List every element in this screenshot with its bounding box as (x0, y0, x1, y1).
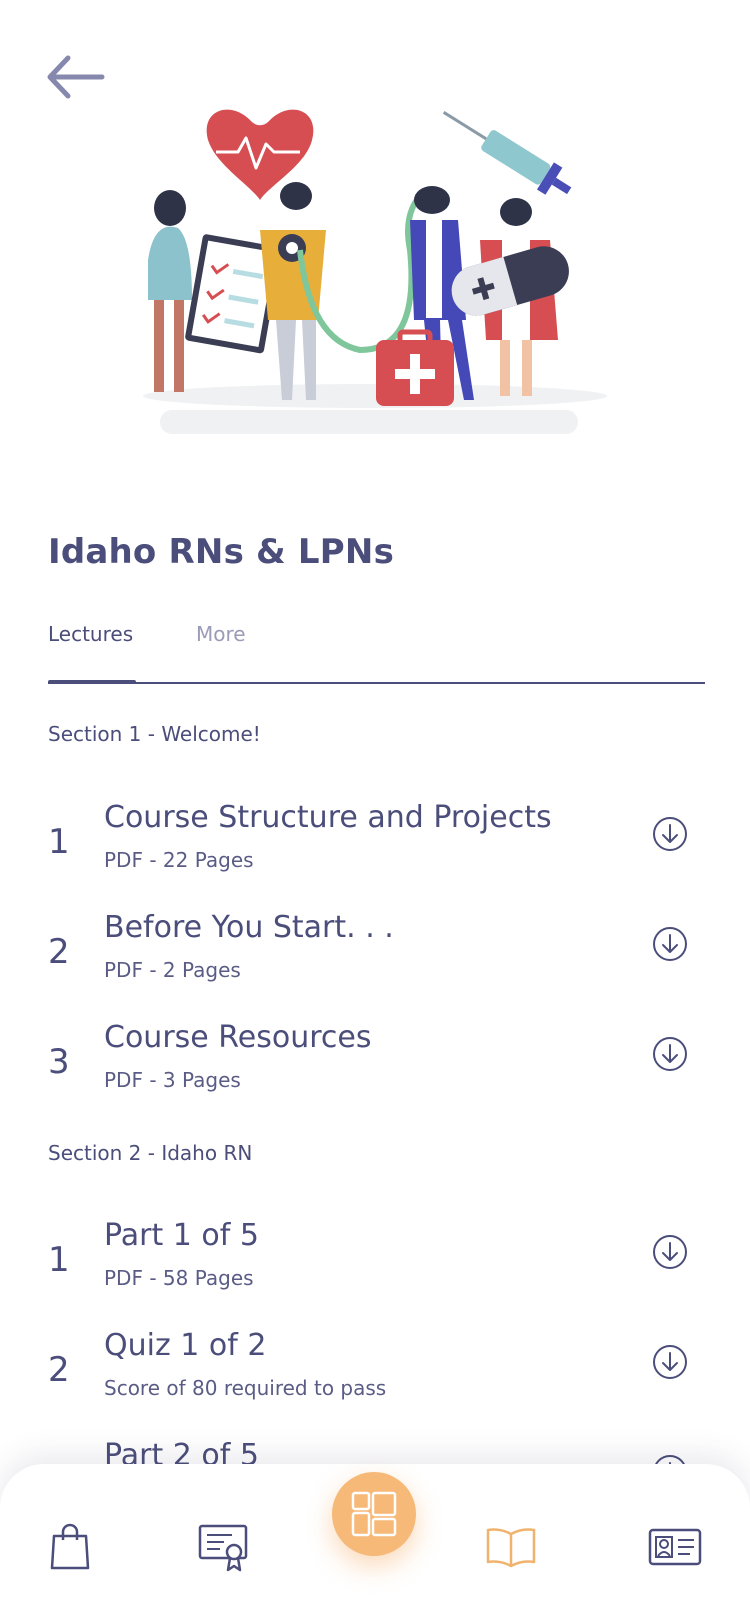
lecture-number: 3 (48, 1042, 70, 1082)
lecture-subtitle: PDF - 2 Pages (104, 958, 241, 982)
nav-dashboard-button[interactable] (332, 1472, 416, 1556)
nav-shop-button[interactable] (48, 1522, 92, 1576)
download-circle-icon[interactable] (652, 1234, 688, 1270)
lecture-title: Before You Start. . . (104, 910, 394, 945)
lecture-title: Course Resources (104, 1020, 372, 1055)
lecture-number: 2 (48, 1350, 70, 1390)
book-open-icon (486, 1528, 536, 1568)
section-title-idaho-rn: Section 2 - Idaho RN (48, 1141, 253, 1165)
download-circle-icon[interactable] (652, 1036, 688, 1072)
nav-profile-button[interactable] (648, 1528, 702, 1570)
lecture-title: Quiz 1 of 2 (104, 1328, 267, 1363)
certificate-icon (198, 1524, 248, 1572)
download-circle-icon[interactable] (652, 816, 688, 852)
lecture-number: 1 (48, 822, 70, 862)
download-circle-icon[interactable] (652, 1344, 688, 1380)
lecture-subtitle: PDF - 3 Pages (104, 1068, 241, 1092)
lecture-item[interactable]: 1 Part 1 of 5 PDF - 58 Pages (48, 1218, 705, 1314)
tab-lectures[interactable]: Lectures (48, 622, 133, 646)
nav-library-button[interactable] (484, 1526, 538, 1572)
bottom-navigation (0, 1464, 750, 1624)
tab-more[interactable]: More (196, 622, 246, 646)
shopping-bag-icon (50, 1523, 90, 1570)
section-title-welcome: Section 1 - Welcome! (48, 722, 261, 746)
lecture-item[interactable]: 1 Course Structure and Projects PDF - 22… (48, 800, 705, 896)
medical-staff-illustration (143, 109, 607, 434)
course-title: Idaho RNs & LPNs (48, 532, 395, 572)
lecture-title: Part 1 of 5 (104, 1218, 259, 1253)
lecture-item[interactable]: 2 Before You Start. . . PDF - 2 Pages (48, 910, 705, 1006)
lecture-item[interactable]: 3 Course Resources PDF - 3 Pages (48, 1020, 705, 1116)
lecture-number: 2 (48, 932, 70, 972)
lecture-subtitle: PDF - 22 Pages (104, 848, 254, 872)
tab-bar: Lectures More (48, 622, 705, 686)
tab-divider (48, 682, 705, 684)
lecture-title: Course Structure and Projects (104, 800, 552, 835)
id-card-icon (648, 1528, 702, 1566)
lecture-subtitle: Score of 80 required to pass (104, 1376, 387, 1400)
lecture-item[interactable]: 2 Quiz 1 of 2 Score of 80 required to pa… (48, 1328, 705, 1424)
back-button[interactable] (44, 50, 108, 104)
lecture-subtitle: PDF - 58 Pages (104, 1266, 254, 1290)
active-tab-indicator (48, 680, 136, 684)
lecture-number: 1 (48, 1240, 70, 1280)
arrow-left-icon (47, 55, 105, 99)
nav-certificates-button[interactable] (196, 1522, 250, 1578)
dashboard-icon (351, 1491, 397, 1537)
download-circle-icon[interactable] (652, 926, 688, 962)
